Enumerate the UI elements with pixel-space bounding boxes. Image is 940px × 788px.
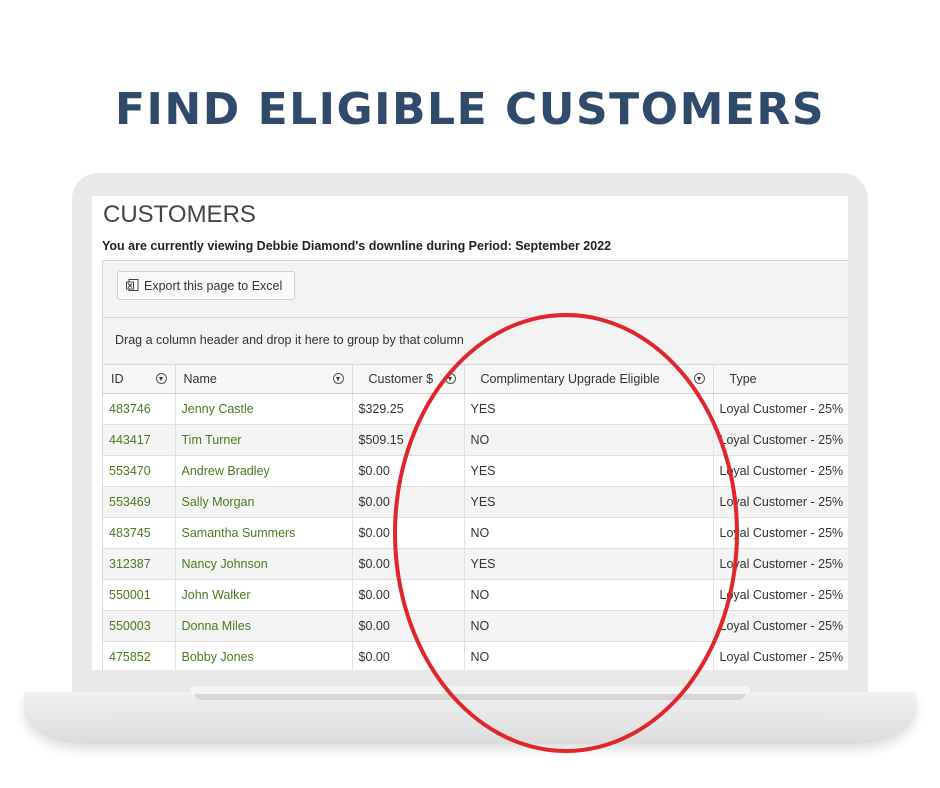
laptop-base: [24, 692, 916, 744]
cell-upgrade-eligible: NO: [464, 641, 714, 670]
cell-name[interactable]: Jenny Castle: [175, 393, 353, 425]
cell-upgrade-eligible: NO: [464, 424, 714, 456]
column-header-customer-amount[interactable]: Customer $: [352, 365, 465, 394]
table-row[interactable]: 550001 John Walker $0.00 NO Loyal Customer -…: [103, 579, 848, 611]
cell-upgrade-eligible: YES: [464, 486, 714, 518]
cell-upgrade-eligible: NO: [464, 517, 714, 549]
cell-customer-amount: $329.25: [352, 393, 465, 425]
cell-id[interactable]: 443417: [103, 424, 176, 456]
laptop-hinge: [190, 686, 750, 694]
cell-type: Loyal Customer - 25%: [713, 641, 848, 670]
cell-type: Loyal Customer - 25%: [713, 393, 848, 425]
cell-name[interactable]: Andrew Bradley: [175, 455, 353, 487]
export-excel-button[interactable]: Export this page to Excel: [117, 271, 295, 300]
cell-customer-amount: $0.00: [352, 579, 465, 611]
cell-id[interactable]: 550003: [103, 610, 176, 642]
cell-type: Loyal Customer - 25%: [713, 486, 848, 518]
column-header-id[interactable]: ID: [103, 365, 176, 394]
cell-id[interactable]: 483746: [103, 393, 176, 425]
page-title: CUSTOMERS: [103, 201, 256, 228]
filter-icon[interactable]: [693, 373, 705, 384]
cell-name[interactable]: Donna Miles: [175, 610, 353, 642]
headline: FIND ELIGIBLE CUSTOMERS: [114, 84, 826, 135]
cell-customer-amount: $0.00: [352, 486, 465, 518]
cell-customer-amount: $0.00: [352, 641, 465, 670]
cell-upgrade-eligible: YES: [464, 455, 714, 487]
cell-id[interactable]: 475852: [103, 641, 176, 670]
table-row[interactable]: 483746 Jenny Castle $329.25 YES Loyal Custom…: [103, 393, 848, 425]
page-subtitle: You are currently viewing Debbie Diamond…: [102, 239, 612, 253]
cell-upgrade-eligible: YES: [464, 393, 714, 425]
cell-type: Loyal Customer - 25%: [713, 455, 848, 487]
cell-customer-amount: $0.00: [352, 517, 465, 549]
table-row[interactable]: 550003 Donna Miles $0.00 NO Loyal Customer -…: [103, 610, 848, 642]
cell-customer-amount: $0.00: [352, 610, 465, 642]
filter-icon[interactable]: [332, 373, 344, 384]
table-row[interactable]: 553470 Andrew Bradley $0.00 YES Loyal Custom…: [103, 455, 848, 487]
cell-type: Loyal Customer - 25%: [713, 548, 848, 580]
cell-id[interactable]: 312387: [103, 548, 176, 580]
table-row[interactable]: 483745 Samantha Summers $0.00 NO Loyal Custo…: [103, 517, 848, 549]
cell-id[interactable]: 550001: [103, 579, 176, 611]
cell-customer-amount: $0.00: [352, 548, 465, 580]
cell-id[interactable]: 553469: [103, 486, 176, 518]
cell-customer-amount: $509.15: [352, 424, 465, 456]
filter-icon[interactable]: [155, 373, 167, 384]
cell-customer-amount: $0.00: [352, 455, 465, 487]
table-row[interactable]: 443417 Tim Turner $509.15 NO Loyal Customer …: [103, 424, 848, 456]
column-header-type[interactable]: Type: [713, 365, 848, 394]
cell-upgrade-eligible: NO: [464, 610, 714, 642]
column-header-upgrade-eligible[interactable]: Complimentary Upgrade Eligible: [464, 365, 714, 394]
cell-type: Loyal Customer - 25%: [713, 517, 848, 549]
laptop-screen: CUSTOMERS You are currently viewing Debb…: [92, 196, 848, 670]
cell-name[interactable]: Nancy Johnson: [175, 548, 353, 580]
cell-upgrade-eligible: YES: [464, 548, 714, 580]
customers-table: ID Name Customer $ Complimentary Upgrade…: [103, 365, 848, 670]
cell-id[interactable]: 483745: [103, 517, 176, 549]
cell-type: Loyal Customer - 25%: [713, 424, 848, 456]
table-row[interactable]: 312387 Nancy Johnson $0.00 YES Loyal Custome…: [103, 548, 848, 580]
table-row[interactable]: 475852 Bobby Jones $0.00 NO Loyal Customer -…: [103, 641, 848, 670]
group-by-hint: Drag a column header and drop it here to…: [115, 333, 464, 347]
group-by-panel[interactable]: Drag a column header and drop it here to…: [103, 318, 848, 365]
cell-id[interactable]: 553470: [103, 455, 176, 487]
cell-name[interactable]: Sally Morgan: [175, 486, 353, 518]
export-button-label: Export this page to Excel: [144, 278, 283, 293]
cell-name[interactable]: John Walker: [175, 579, 353, 611]
cell-upgrade-eligible: NO: [464, 579, 714, 611]
cell-type: Loyal Customer - 25%: [713, 579, 848, 611]
column-header-name[interactable]: Name: [175, 365, 353, 394]
cell-type: Loyal Customer - 25%: [713, 610, 848, 642]
grid-toolbar: Export this page to Excel: [103, 261, 848, 318]
cell-name[interactable]: Bobby Jones: [175, 641, 353, 670]
excel-export-icon: [126, 279, 139, 292]
filter-icon[interactable]: [444, 373, 456, 384]
cell-name[interactable]: Tim Turner: [175, 424, 353, 456]
cell-name[interactable]: Samantha Summers: [175, 517, 353, 549]
table-row[interactable]: 553469 Sally Morgan $0.00 YES Loyal Customer…: [103, 486, 848, 518]
customers-grid: Export this page to Excel Drag a column …: [102, 260, 848, 670]
